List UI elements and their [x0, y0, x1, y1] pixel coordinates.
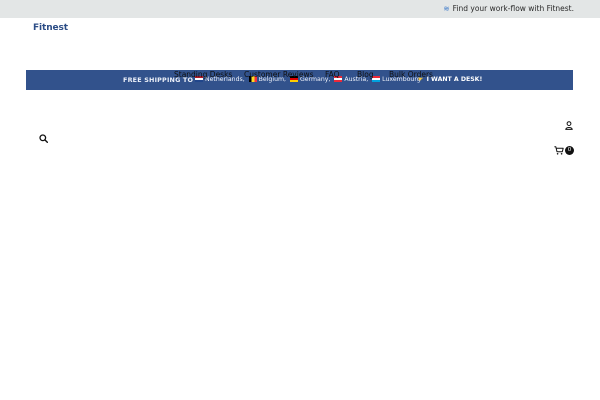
cart-icon[interactable] [554, 146, 564, 155]
site-logo[interactable]: Fitnest [33, 23, 68, 33]
announcement-text-container: ≋ Find your work-flow with Fitnest. [443, 0, 574, 18]
announcement-bar: ≋ Find your work-flow with Fitnest. [0, 0, 600, 18]
announcement-text: Find your work-flow with Fitnest. [452, 4, 574, 13]
nav-blog[interactable]: Blog [357, 70, 374, 80]
nav-customer-reviews[interactable]: Customer Reviews [244, 70, 313, 80]
cart-count-badge: 0 [565, 146, 574, 155]
user-icon[interactable] [565, 121, 573, 130]
main-nav: Standing Desks Customer Reviews FAQ Blog… [0, 70, 600, 82]
wave-icon: ≋ [443, 4, 450, 13]
nav-faq[interactable]: FAQ [325, 70, 340, 80]
search-icon[interactable] [39, 134, 48, 143]
nav-standing-desks[interactable]: Standing Desks [174, 70, 232, 80]
nav-bulk-orders[interactable]: Bulk Orders [389, 70, 433, 80]
